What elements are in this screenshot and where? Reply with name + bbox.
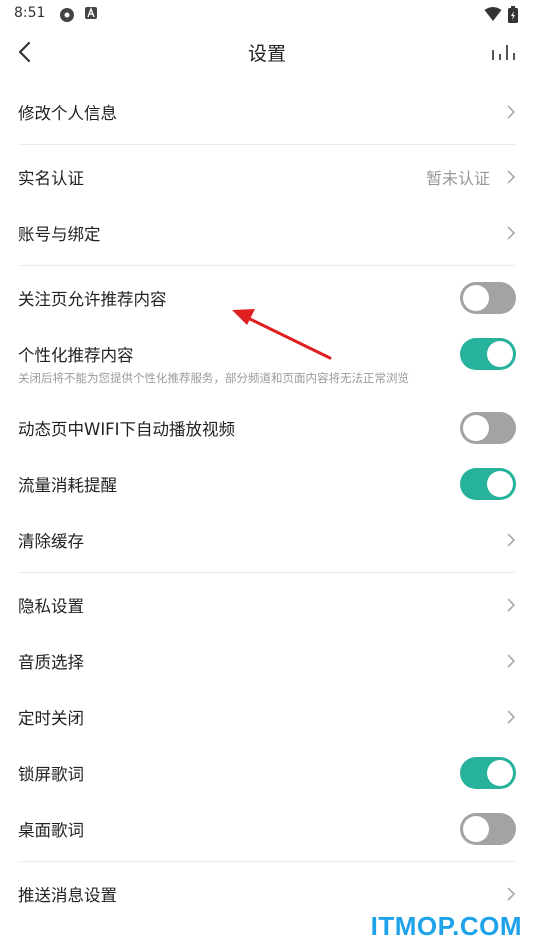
row-desktop-lyrics: 桌面歌词 (18, 801, 516, 857)
status-bar: 8:51 (0, 0, 534, 28)
toggle-knob (487, 471, 513, 497)
app-notification-icon (60, 8, 74, 22)
row-audio-quality[interactable]: 音质选择 (18, 633, 516, 689)
chevron-right-icon (507, 654, 516, 668)
divider (18, 572, 516, 573)
app-a-icon (85, 7, 97, 19)
row-label: 账号与绑定 (18, 225, 101, 244)
toggle-knob (487, 760, 513, 786)
chevron-right-icon (507, 105, 516, 119)
row-personalized: 个性化推荐内容 (18, 326, 516, 382)
chevron-right-icon (507, 598, 516, 612)
status-time: 8:51 (14, 5, 46, 21)
row-label: 修改个人信息 (18, 104, 117, 123)
row-clear-cache[interactable]: 清除缓存 (18, 512, 516, 568)
row-label: 流量消耗提醒 (18, 476, 117, 495)
row-privacy[interactable]: 隐私设置 (18, 577, 516, 633)
row-label: 清除缓存 (18, 532, 84, 551)
chevron-right-icon (507, 226, 516, 240)
equalizer-icon[interactable] (490, 42, 516, 62)
settings-list: 修改个人信息 实名认证 暂未认证 账号与绑定 关注页允许推荐内容 个性化推荐内容… (0, 84, 534, 922)
divider (18, 861, 516, 862)
row-data-reminder: 流量消耗提醒 (18, 456, 516, 512)
chevron-right-icon (507, 887, 516, 901)
divider (18, 144, 516, 145)
row-label: 音质选择 (18, 653, 84, 672)
row-label: 动态页中WIFI下自动播放视频 (18, 420, 236, 439)
row-label: 实名认证 (18, 169, 84, 188)
row-lockscreen-lyrics: 锁屏歌词 (18, 745, 516, 801)
row-label: 隐私设置 (18, 597, 84, 616)
battery-icon (508, 6, 518, 23)
toggle-knob (463, 285, 489, 311)
app-header: 设置 (0, 28, 534, 76)
row-wifi-autoplay: 动态页中WIFI下自动播放视频 (18, 400, 516, 456)
row-label: 个性化推荐内容 (18, 346, 134, 365)
row-account-binding[interactable]: 账号与绑定 (18, 205, 516, 261)
watermark-logo: ITMOP.COM (370, 911, 522, 941)
row-label: 锁屏歌词 (18, 765, 84, 784)
wifi-autoplay-toggle[interactable] (460, 412, 516, 444)
chevron-right-icon (507, 710, 516, 724)
row-label: 关注页允许推荐内容 (18, 290, 167, 309)
row-label: 桌面歌词 (18, 821, 84, 840)
personalized-toggle[interactable] (460, 338, 516, 370)
toggle-knob (463, 816, 489, 842)
verification-status: 暂未认证 (425, 169, 490, 188)
toggle-knob (487, 341, 513, 367)
wifi-icon (484, 7, 502, 21)
row-sleep-timer[interactable]: 定时关闭 (18, 689, 516, 745)
follow-recommend-toggle[interactable] (460, 282, 516, 314)
toggle-knob (463, 415, 489, 441)
chevron-right-icon (507, 170, 516, 184)
row-edit-profile[interactable]: 修改个人信息 (18, 84, 516, 140)
row-real-name[interactable]: 实名认证 暂未认证 (18, 149, 516, 205)
data-reminder-toggle[interactable] (460, 468, 516, 500)
row-label: 推送消息设置 (18, 886, 117, 905)
page-title: 设置 (247, 43, 286, 65)
desktop-lyrics-toggle[interactable] (460, 813, 516, 845)
chevron-right-icon (507, 533, 516, 547)
row-follow-recommend: 关注页允许推荐内容 (18, 270, 516, 326)
divider (18, 265, 516, 266)
lockscreen-lyrics-toggle[interactable] (460, 757, 516, 789)
row-label: 定时关闭 (18, 709, 84, 728)
